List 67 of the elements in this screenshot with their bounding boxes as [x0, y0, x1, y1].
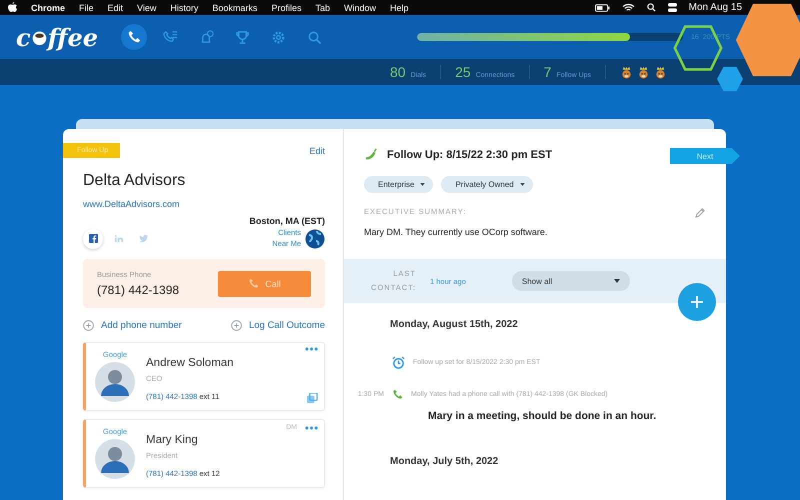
summary-text: Mary DM. They currently use OCorp software. [363, 226, 548, 237]
wifi-icon[interactable] [622, 3, 635, 12]
add-phone-link[interactable]: Add phone number [83, 320, 182, 331]
filter-dropdown[interactable]: Show all [512, 271, 630, 291]
coffee-cup-icon [30, 28, 48, 46]
timeline-date: Monday, July 5th, 2022 [390, 456, 500, 467]
menu-item[interactable]: Edit [108, 2, 124, 12]
menu-item[interactable]: View [137, 2, 156, 12]
contact-name: Andrew Soloman [146, 357, 234, 369]
plus-icon[interactable] [690, 295, 704, 309]
coffee-logo[interactable]: c ffee [16, 22, 121, 52]
menu-item[interactable]: Profiles [271, 2, 302, 12]
trophy-icon[interactable] [234, 30, 250, 44]
plus-circle-icon[interactable] [230, 320, 242, 331]
globe-icon[interactable] [305, 228, 325, 248]
phone-icon [392, 389, 403, 400]
bird-icon[interactable] [138, 234, 148, 243]
tag-dropdown[interactable]: Privately Owned [441, 176, 533, 193]
battery-icon[interactable] [594, 4, 610, 12]
tiger-badge-icon[interactable] [654, 66, 668, 78]
menu-app-name[interactable]: Chrome [31, 2, 66, 12]
control-center-icon[interactable] [668, 3, 677, 12]
menu-item[interactable]: Window [344, 2, 376, 12]
pepper-icon [364, 147, 379, 162]
timeline-date: Monday, August 15th, 2022 [390, 319, 519, 330]
more-options-icon[interactable] [305, 347, 318, 351]
tiger-badge-icon[interactable] [620, 66, 634, 78]
linkedin-icon[interactable] [114, 234, 122, 243]
menu-item[interactable]: History [170, 2, 198, 12]
add-button[interactable] [678, 283, 716, 321]
avatar-silhouette [95, 439, 135, 479]
tiger-badge-icon[interactable] [637, 66, 650, 78]
caret-icon[interactable] [420, 183, 426, 186]
stat-value: 7 [544, 64, 552, 80]
facebook-button[interactable] [83, 228, 103, 248]
more-options-icon[interactable] [305, 426, 318, 430]
plus-circle-icon[interactable] [83, 320, 94, 331]
phone-icon[interactable] [127, 30, 141, 44]
stat-value: 80 [390, 64, 406, 80]
edit-link[interactable]: Edit [309, 146, 325, 156]
alarm-clock-icon [392, 356, 405, 369]
location-text: Boston, MA (EST) [248, 216, 326, 226]
account-name: Delta Advisors [83, 172, 186, 190]
menu-item[interactable]: Help [390, 2, 408, 12]
menu-clock: Mon Aug 15 [688, 2, 742, 13]
tag-dropdown[interactable]: Enterprise [364, 176, 434, 193]
contact-name: Mary King [146, 434, 199, 446]
search-icon[interactable] [646, 3, 656, 12]
avatar-silhouette [95, 362, 135, 402]
caret-icon[interactable] [614, 279, 620, 283]
pencil-icon[interactable] [695, 207, 706, 218]
copy-icon[interactable] [307, 393, 318, 404]
caret-icon[interactable] [520, 183, 525, 186]
menu-item[interactable]: Bookmarks [212, 2, 258, 12]
log-call-link[interactable]: Log Call Outcome [230, 320, 325, 331]
call-note: Mary in a meeting, should be done in an hour. [428, 410, 658, 422]
phone-number: (781) 442-1398 [97, 283, 180, 297]
stat-value: 25 [455, 64, 471, 80]
nav-phone-button[interactable] [121, 24, 147, 50]
facebook-icon[interactable] [88, 234, 98, 243]
menu-item[interactable]: File [79, 2, 94, 12]
follow-up-title: Follow Up: 8/15/22 2:30 pm EST [387, 148, 552, 160]
menu-item[interactable]: Tab [315, 2, 330, 12]
apple-logo-icon[interactable] [8, 2, 17, 13]
website-link[interactable]: www.DeltaAdvisors.com [83, 199, 343, 209]
phone-list-icon[interactable] [162, 30, 178, 44]
settings-icon[interactable] [270, 30, 286, 44]
